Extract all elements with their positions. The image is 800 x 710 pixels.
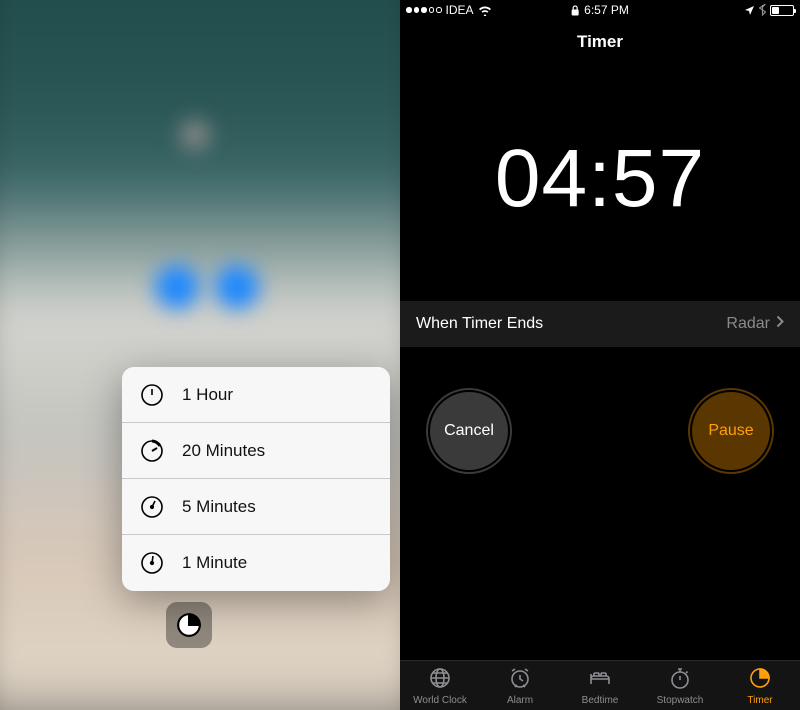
quick-action-label: 5 Minutes — [182, 497, 256, 517]
quick-action-label: 1 Hour — [182, 385, 233, 405]
location-icon — [744, 5, 755, 16]
quick-action-label: 20 Minutes — [182, 441, 265, 461]
alarm-icon — [508, 666, 532, 693]
tab-timer[interactable]: Timer — [720, 661, 800, 710]
signal-dots-icon — [406, 7, 442, 13]
bg-blur-dot — [180, 120, 210, 150]
timer-icon — [140, 551, 164, 575]
quick-action-20-minutes[interactable]: 20 Minutes — [122, 423, 390, 479]
timer-icon — [140, 495, 164, 519]
tab-label: Bedtime — [582, 695, 619, 706]
quick-action-label: 1 Minute — [182, 553, 247, 573]
quick-actions-menu: 1 Hour 20 Minutes 5 Minutes 1 Minute — [122, 367, 390, 591]
quick-action-1-hour[interactable]: 1 Hour — [122, 367, 390, 423]
quick-action-1-minute[interactable]: 1 Minute — [122, 535, 390, 591]
tab-label: Stopwatch — [657, 695, 704, 706]
pause-button[interactable]: Pause — [692, 392, 770, 470]
tab-label: Alarm — [507, 695, 533, 706]
status-left: IDEA — [406, 3, 492, 17]
timer-app-icon[interactable] — [166, 602, 212, 648]
timer-buttons: Cancel Pause — [400, 392, 800, 470]
wifi-icon — [478, 5, 492, 16]
timer-countdown: 04:57 — [400, 132, 800, 226]
tab-alarm[interactable]: Alarm — [480, 661, 560, 710]
quick-action-5-minutes[interactable]: 5 Minutes — [122, 479, 390, 535]
bg-blur-dot — [215, 265, 259, 309]
carrier-label: IDEA — [446, 3, 474, 17]
status-bar: IDEA 6:57 PM — [400, 0, 800, 20]
pause-label: Pause — [708, 422, 753, 440]
right-screenshot: IDEA 6:57 PM Timer 04:57 When Timer Ends… — [400, 0, 800, 710]
status-right — [744, 4, 794, 16]
ends-value: Radar — [726, 315, 784, 333]
bg-blur-dot — [155, 265, 199, 309]
tab-bar: World Clock Alarm Bedtime Stopwatch Time… — [400, 660, 800, 710]
status-center: 6:57 PM — [571, 3, 629, 17]
chevron-right-icon — [776, 315, 784, 333]
tab-stopwatch[interactable]: Stopwatch — [640, 661, 720, 710]
bluetooth-icon — [759, 4, 766, 16]
timer-icon — [140, 383, 164, 407]
lock-icon — [571, 5, 579, 16]
page-title: Timer — [400, 20, 800, 62]
tab-bedtime[interactable]: Bedtime — [560, 661, 640, 710]
stopwatch-icon — [668, 666, 692, 693]
timer-icon — [140, 439, 164, 463]
ends-label: When Timer Ends — [416, 315, 543, 333]
tab-world-clock[interactable]: World Clock — [400, 661, 480, 710]
cancel-label: Cancel — [444, 422, 494, 440]
status-time: 6:57 PM — [584, 3, 629, 17]
tab-label: Timer — [747, 695, 772, 706]
left-screenshot: 1 Hour 20 Minutes 5 Minutes 1 Minute — [0, 0, 400, 710]
cancel-button[interactable]: Cancel — [430, 392, 508, 470]
tab-label: World Clock — [413, 695, 467, 706]
globe-icon — [428, 666, 452, 693]
timer-icon — [748, 666, 772, 693]
battery-icon — [770, 5, 794, 16]
when-timer-ends-row[interactable]: When Timer Ends Radar — [400, 301, 800, 347]
bed-icon — [588, 666, 612, 693]
ends-value-text: Radar — [726, 315, 770, 333]
